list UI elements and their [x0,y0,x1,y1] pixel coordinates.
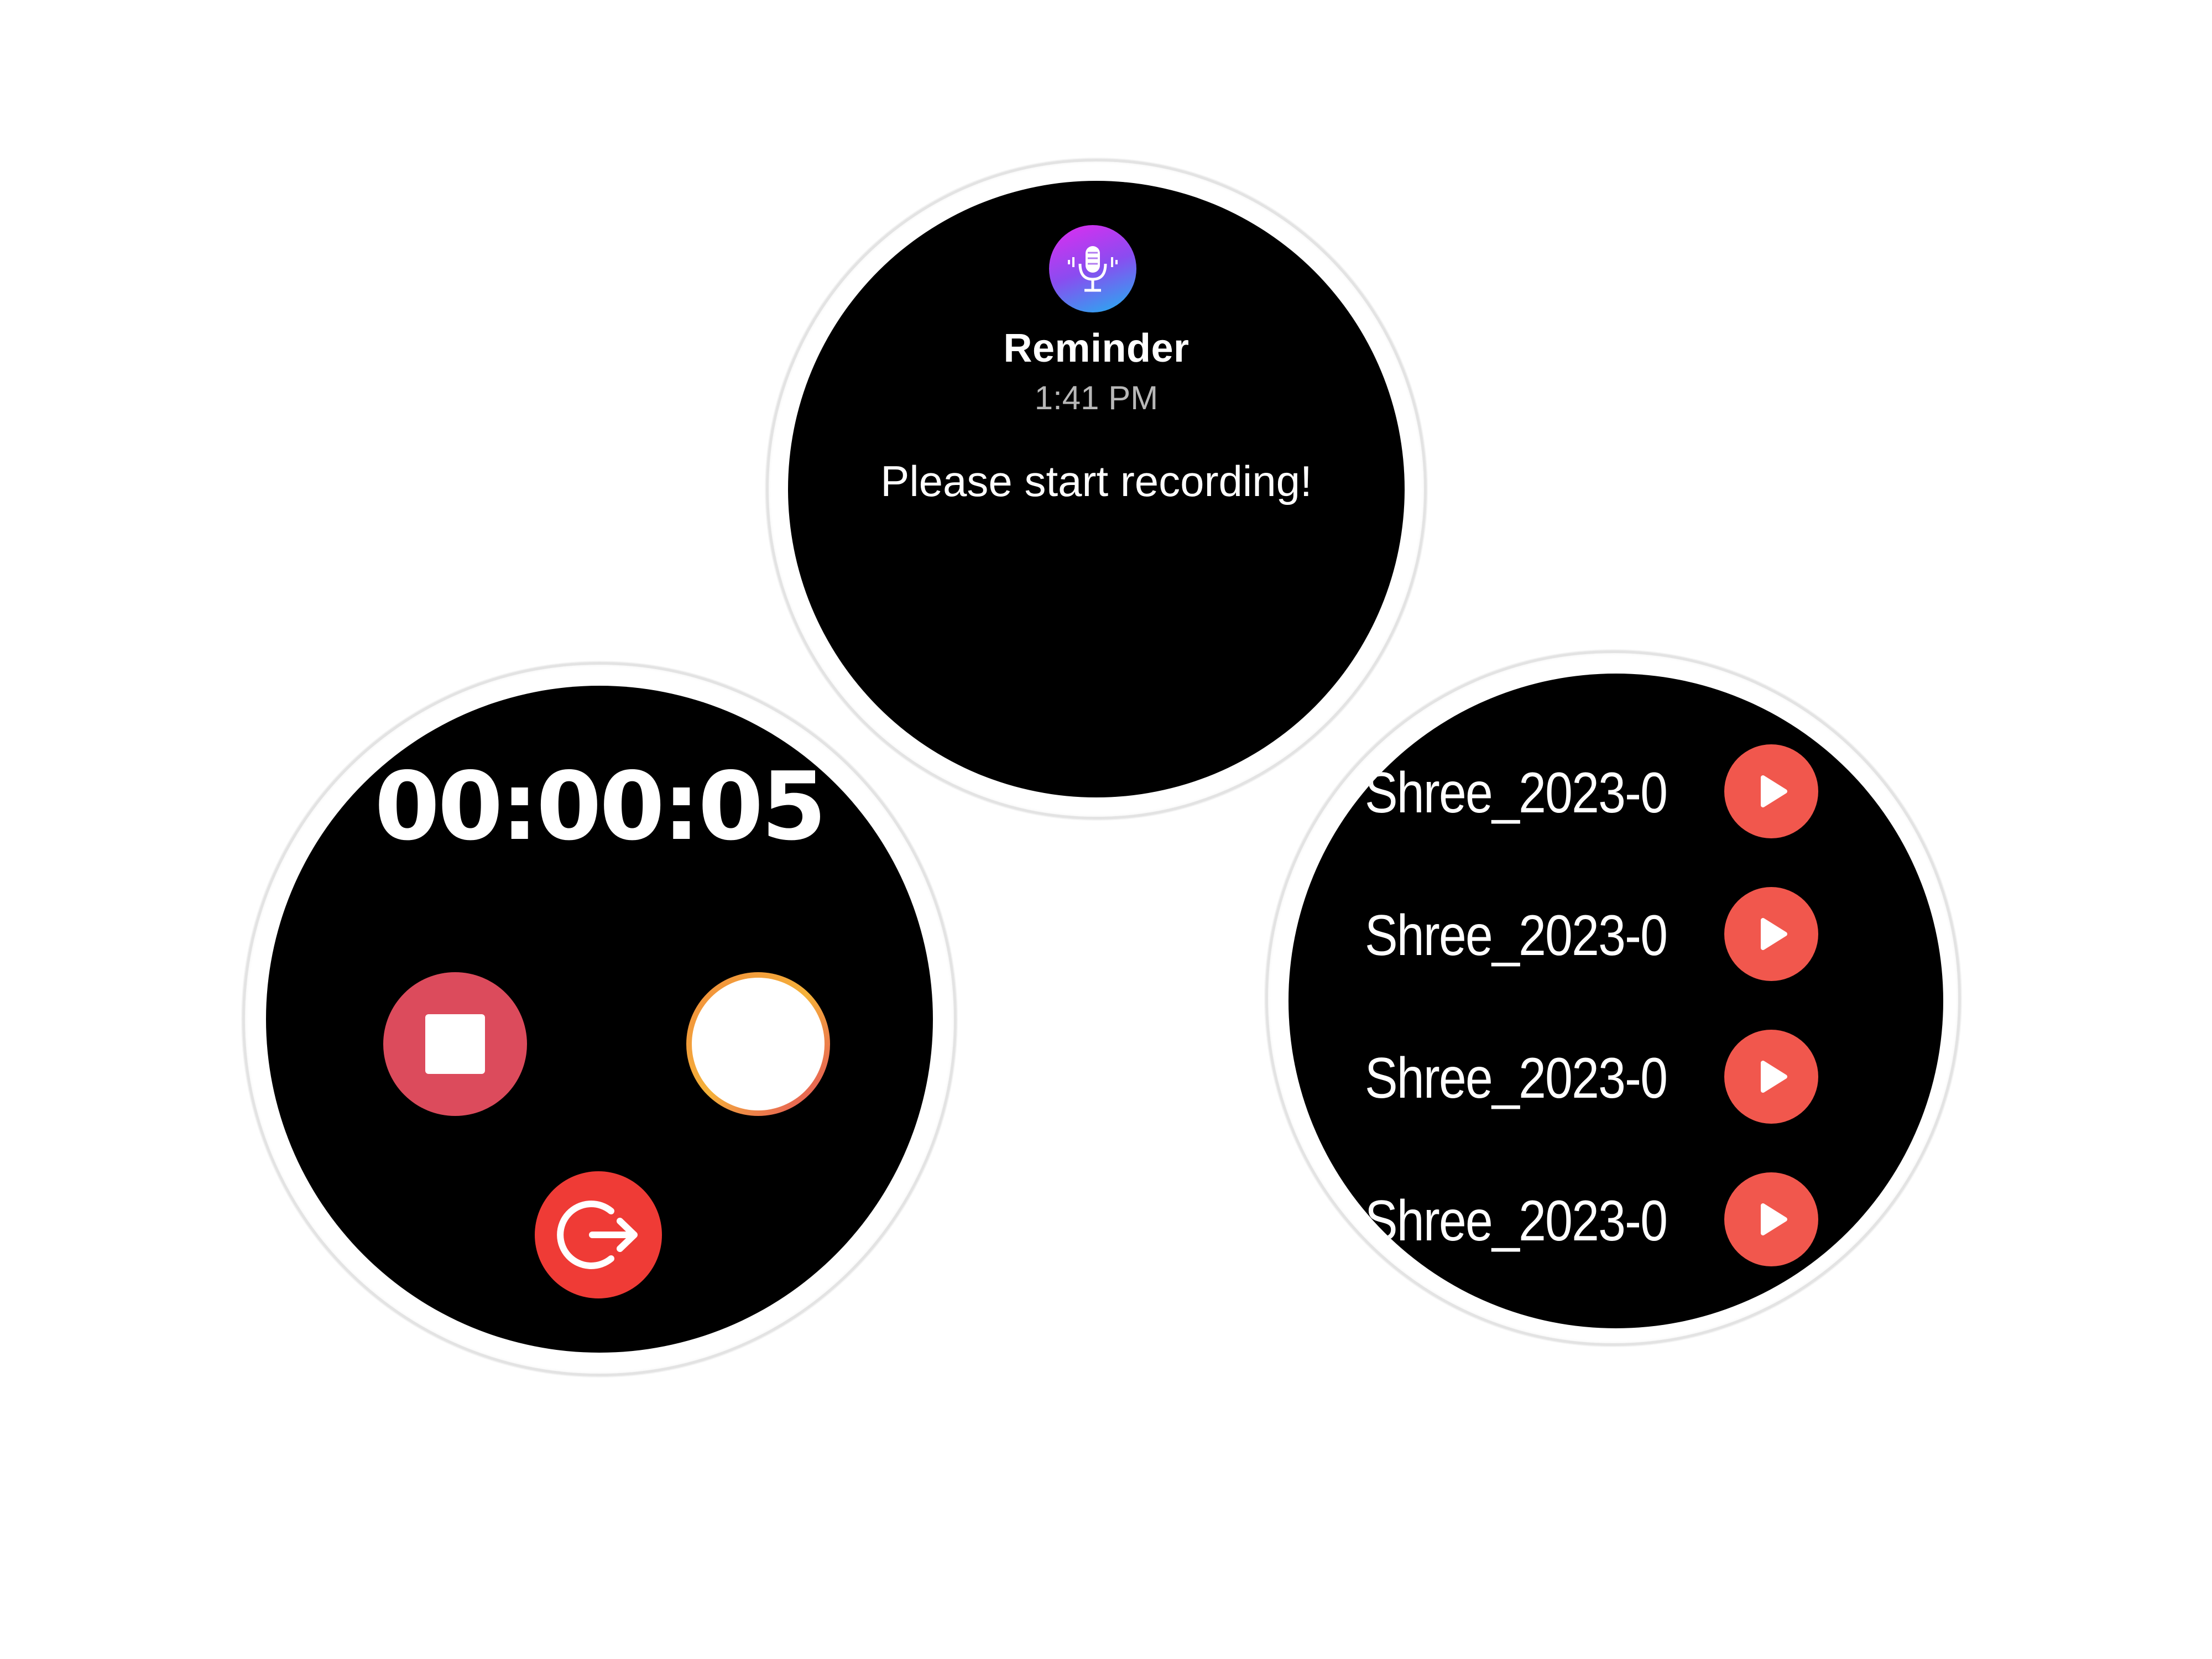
recording-name: Shree_2023-0.. [1365,761,1670,825]
play-icon [1761,1203,1787,1235]
list-item: Shree_2023-0.. [1288,1030,1943,1124]
play-icon [1761,775,1787,807]
watch-recordings-list: Shree_2023-0.. Shree_2023-0.. Shree_2023… [1265,650,1961,1346]
exit-icon [557,1201,638,1269]
recording-name: Shree_2023-0.. [1365,1189,1670,1253]
watch-screen-recorder: 00:00:05 [266,686,933,1353]
stop-button[interactable] [383,972,527,1116]
menu-lines-icon [692,978,825,1110]
stop-icon [425,1014,485,1074]
exit-button[interactable] [535,1171,662,1298]
recording-name: Shree_2023-0.. [1365,904,1670,968]
menu-lines-icon-glyph [720,1025,796,1063]
play-button[interactable] [1724,887,1818,981]
play-icon [1761,918,1787,950]
watch-screen-recordings: Shree_2023-0.. Shree_2023-0.. Shree_2023… [1288,674,1943,1328]
recording-timer: 00:00:05 [374,752,827,862]
play-button[interactable] [1724,1172,1818,1266]
screenshot-canvas: Reminder 1:41 PM Please start recording!… [0,0,2212,1659]
microphone-icon [1049,225,1136,312]
recording-name: Shree_2023-0.. [1365,1046,1670,1110]
notification-message: Please start recording! [880,457,1312,505]
play-button[interactable] [1724,744,1818,838]
list-item: Shree_2023-0.. [1288,744,1943,838]
watch-screen-reminder: Reminder 1:41 PM Please start recording! [788,181,1405,797]
recordings-list-button[interactable] [686,972,830,1116]
play-icon [1761,1061,1787,1093]
watch-recorder: 00:00:05 [242,662,957,1376]
play-button[interactable] [1724,1030,1818,1124]
notification-title: Reminder [1003,326,1190,371]
microphone-icon-glyph [1068,246,1118,292]
watch-reminder: Reminder 1:41 PM Please start recording! [766,159,1427,820]
list-item: Shree_2023-0.. [1288,1172,1943,1266]
list-item: Shree_2023-0.. [1288,887,1943,981]
notification-time: 1:41 PM [1034,379,1159,416]
